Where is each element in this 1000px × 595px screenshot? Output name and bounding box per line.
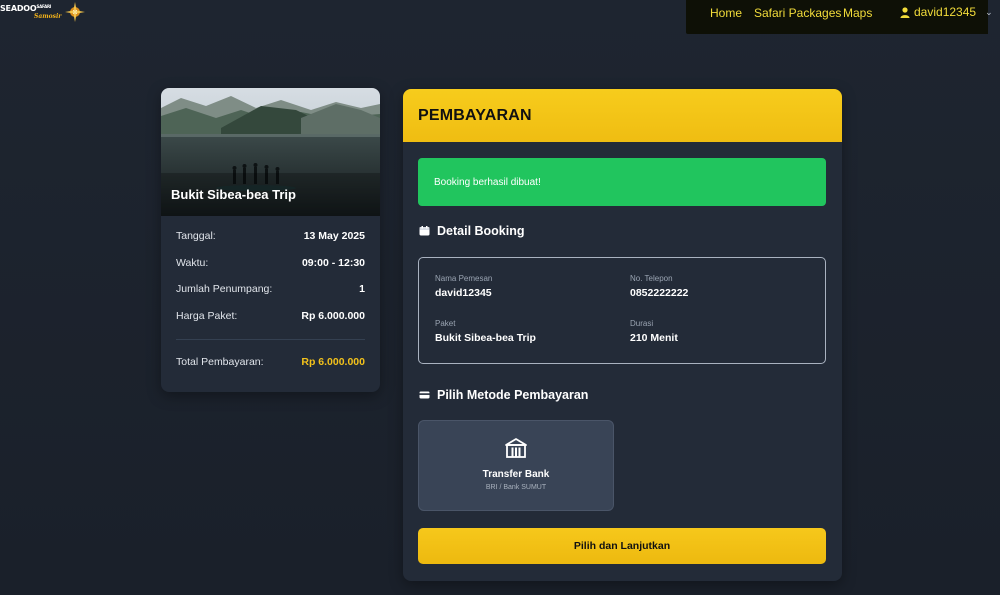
field-label: No. Telepon	[630, 274, 673, 283]
payment-method-title: Pilih Metode Pembayaran	[437, 388, 589, 402]
summary-details: Tanggal: 13 May 2025 Waktu: 09:00 - 12:3…	[161, 216, 380, 368]
transfer-bank-option[interactable]: Transfer Bank BRI / Bank SUMUT	[418, 420, 614, 511]
detail-booking-heading: Detail Booking	[419, 224, 525, 238]
field-paket: Paket Bukit Sibea-bea Trip	[435, 319, 536, 344]
field-nama-pemesan: Nama Pemesan david12345	[435, 274, 492, 299]
summary-row-price: Harga Paket: Rp 6.000.000	[176, 310, 365, 337]
user-name: david12345	[914, 5, 977, 19]
choose-and-continue-button[interactable]: Pilih dan Lanjutkan	[418, 528, 826, 564]
user-icon	[900, 6, 910, 18]
brand-name: SEADOOSAFARI	[0, 3, 52, 13]
field-no-telepon: No. Telepon 0852222222	[630, 274, 688, 299]
total-label: Total Pembayaran:	[176, 355, 264, 368]
field-label: Nama Pemesan	[435, 274, 493, 283]
summary-value: 13 May 2025	[303, 230, 365, 242]
credit-card-icon	[419, 391, 430, 399]
trip-summary-card: Bukit Sibea-bea Trip Tanggal: 13 May 202…	[161, 88, 380, 392]
summary-label: Harga Paket:	[176, 310, 238, 323]
field-value: Bukit Sibea-bea Trip	[435, 332, 536, 344]
method-title: Transfer Bank	[482, 469, 550, 480]
summary-row-time: Waktu: 09:00 - 12:30	[176, 257, 365, 284]
calendar-icon	[419, 226, 430, 236]
brand-logo[interactable]: SEADOOSAFARI Samosir	[0, 2, 86, 22]
summary-row-passengers: Jumlah Penumpang: 1	[176, 283, 365, 310]
summary-row-date: Tanggal: 13 May 2025	[176, 230, 365, 257]
summary-value: Rp 6.000.000	[301, 310, 365, 323]
trip-hero-image: Bukit Sibea-bea Trip	[161, 88, 380, 216]
field-value: david12345	[435, 287, 492, 299]
top-navbar: Home Safari Packages Maps david12345 ⌄	[686, 0, 993, 34]
nav-safari-packages-link[interactable]: Safari Packages	[754, 6, 841, 20]
booking-detail-box: Nama Pemesan david12345 No. Telepon 0852…	[418, 257, 826, 364]
field-durasi: Durasi 210 Menit	[630, 319, 678, 344]
field-value: 210 Menit	[630, 332, 678, 344]
nav-home-link[interactable]: Home	[710, 6, 742, 20]
summary-total-row: Total Pembayaran: Rp 6.000.000	[176, 356, 365, 368]
summary-label: Waktu:	[176, 256, 209, 269]
success-alert: Booking berhasil dibuat!	[418, 158, 826, 206]
payment-method-heading: Pilih Metode Pembayaran	[419, 388, 588, 402]
user-menu[interactable]: david12345 ⌄	[900, 5, 993, 19]
total-value: Rp 6.000.000	[301, 355, 365, 368]
summary-divider	[176, 338, 365, 340]
payment-card: PEMBAYARAN Booking berhasil dibuat! Deta…	[403, 89, 842, 581]
field-label: Durasi	[630, 319, 654, 328]
summary-value: 1	[359, 283, 365, 296]
summary-label: Tanggal:	[176, 230, 216, 242]
chevron-down-icon: ⌄	[985, 6, 993, 17]
trip-title: Bukit Sibea-bea Trip	[171, 187, 296, 202]
compass-logo-icon	[65, 2, 86, 22]
summary-label: Jumlah Penumpang:	[176, 283, 273, 296]
nav-maps-link[interactable]: Maps	[843, 6, 872, 20]
field-label: Paket	[435, 319, 456, 328]
payment-header: PEMBAYARAN	[403, 89, 842, 142]
method-subtitle: BRI / Bank SUMUT	[485, 484, 547, 491]
field-value: 0852222222	[630, 287, 689, 299]
page-title: PEMBAYARAN	[418, 106, 532, 124]
bank-icon	[505, 438, 527, 458]
detail-booking-title: Detail Booking	[437, 224, 525, 238]
brand-tagline: Samosir	[34, 12, 62, 20]
summary-value: 09:00 - 12:30	[301, 256, 365, 269]
